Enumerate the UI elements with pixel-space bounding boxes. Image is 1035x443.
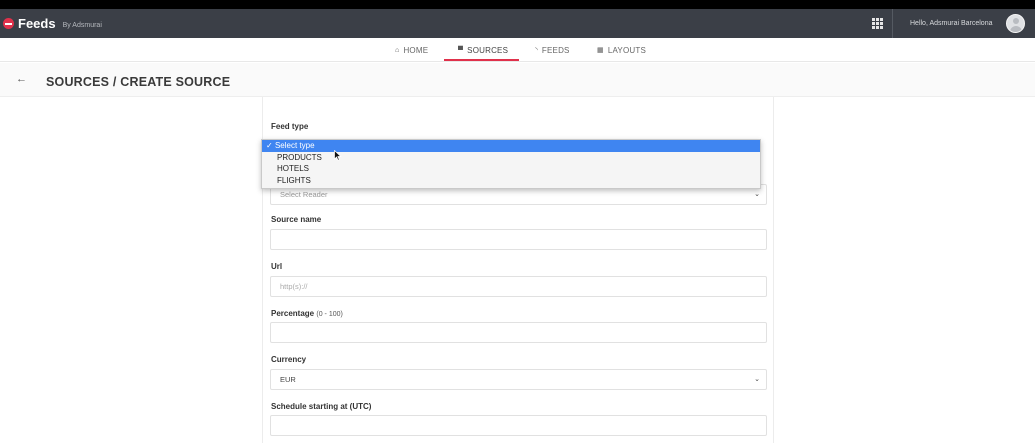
feed-type-option[interactable]: FLIGHTS xyxy=(262,175,760,187)
url-label: Url xyxy=(271,262,283,271)
app-byline: By Adsmurai xyxy=(62,21,102,29)
currency-select[interactable]: EUR ⌄ xyxy=(270,369,767,390)
chevron-down-icon: ⌄ xyxy=(754,376,760,383)
nav-item-feeds[interactable]: ◝ FEEDS xyxy=(535,38,570,62)
percentage-label-text: Percentage xyxy=(271,309,315,318)
rss-icon: ◝ xyxy=(535,47,538,54)
nav-item-label: HOME xyxy=(403,45,429,55)
percentage-hint: (0 - 100) xyxy=(316,311,343,318)
user-greeting[interactable]: Hello, Adsmurai Barcelona xyxy=(910,9,993,38)
page-title: SOURCES / CREATE SOURCE xyxy=(46,75,231,89)
schedule-label: Schedule starting at (UTC) xyxy=(271,402,372,411)
header-divider xyxy=(892,9,893,38)
grid-icon: ▦ xyxy=(597,47,604,54)
source-name-label: Source name xyxy=(271,215,322,224)
app-name: Feeds xyxy=(18,16,56,31)
nav-item-label: SOURCES xyxy=(467,45,509,55)
currency-label: Currency xyxy=(271,355,307,364)
cart-icon: ▀ xyxy=(458,46,464,54)
nav-item-label: LAYOUTS xyxy=(607,45,646,55)
video-letterbox xyxy=(0,0,1035,9)
active-tab-indicator xyxy=(444,59,519,61)
percentage-input[interactable] xyxy=(270,322,767,343)
feed-type-dropdown[interactable]: ✓ Select type PRODUCTS HOTELS FLIGHTS xyxy=(261,139,761,189)
feed-type-label: Feed type xyxy=(271,122,309,131)
schedule-input[interactable] xyxy=(270,415,767,436)
nav-item-home[interactable]: ⌂ HOME xyxy=(395,38,428,62)
avatar[interactable] xyxy=(1006,14,1025,33)
apps-grid-icon[interactable] xyxy=(872,18,883,29)
back-arrow-icon[interactable]: ← xyxy=(16,73,27,85)
feed-type-option[interactable]: HOTELS xyxy=(262,163,760,175)
percentage-label: Percentage (0 - 100) xyxy=(271,309,343,318)
currency-select-value: EUR xyxy=(280,375,296,384)
option-label: Select type xyxy=(274,141,315,150)
reader-select-value: Select Reader xyxy=(280,190,328,199)
nav-item-label: FEEDS xyxy=(541,45,570,55)
home-icon: ⌂ xyxy=(395,46,400,54)
main-nav: ⌂ HOME ▀ SOURCES ◝ FEEDS ▦ LAYOUTS xyxy=(0,38,1035,62)
top-bar: Feeds By Adsmurai Hello, Adsmurai Barcel… xyxy=(0,9,1035,38)
nav-item-layouts[interactable]: ▦ LAYOUTS xyxy=(597,38,646,62)
page-header: ← SOURCES / CREATE SOURCE xyxy=(0,63,1035,97)
url-input[interactable]: http(s):// xyxy=(270,276,767,297)
brand[interactable]: Feeds By Adsmurai xyxy=(3,9,102,38)
checkmark-icon: ✓ xyxy=(266,141,273,150)
mouse-cursor-icon xyxy=(334,150,342,161)
source-name-input[interactable] xyxy=(270,229,767,250)
feeds-logo-icon xyxy=(3,18,14,29)
